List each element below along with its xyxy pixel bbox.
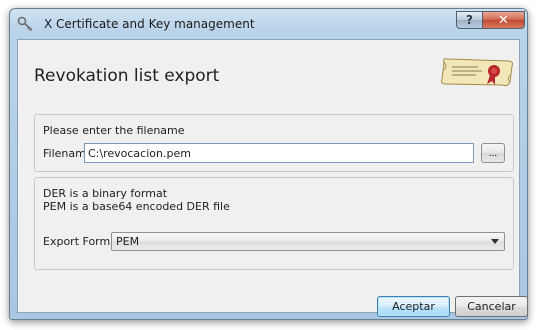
filename-input[interactable] (84, 143, 474, 163)
chevron-down-icon (491, 239, 499, 244)
export-format-select[interactable]: PEM (111, 232, 505, 251)
dialog-window: X Certificate and Key management ? ✕ Rev… (9, 8, 528, 320)
filename-group: Please enter the filename Filename ... (34, 114, 514, 172)
filename-prompt: Please enter the filename (43, 124, 185, 137)
close-button[interactable]: ✕ (482, 11, 525, 29)
scroll-seal-icon (441, 58, 513, 87)
der-format-info: DER is a binary format (43, 187, 168, 200)
page-title: Revokation list export (34, 66, 220, 86)
dialog-content: Revokation list export Please enter the … (17, 39, 528, 317)
close-icon: ✕ (498, 12, 509, 28)
accept-button[interactable]: Aceptar (377, 296, 450, 317)
help-button[interactable]: ? (456, 11, 483, 29)
help-icon: ? (466, 13, 473, 27)
format-group: DER is a binary format PEM is a base64 e… (34, 177, 514, 270)
browse-button[interactable]: ... (481, 143, 505, 163)
export-format-label: Export Format (43, 235, 122, 248)
export-format-value: PEM (116, 235, 140, 248)
key-icon (17, 16, 33, 31)
window-title: X Certificate and Key management (44, 17, 255, 31)
cancel-button[interactable]: Cancelar (455, 296, 528, 317)
pem-format-info: PEM is a base64 encoded DER file (43, 200, 230, 213)
title-bar[interactable]: X Certificate and Key management ? ✕ (10, 9, 527, 39)
